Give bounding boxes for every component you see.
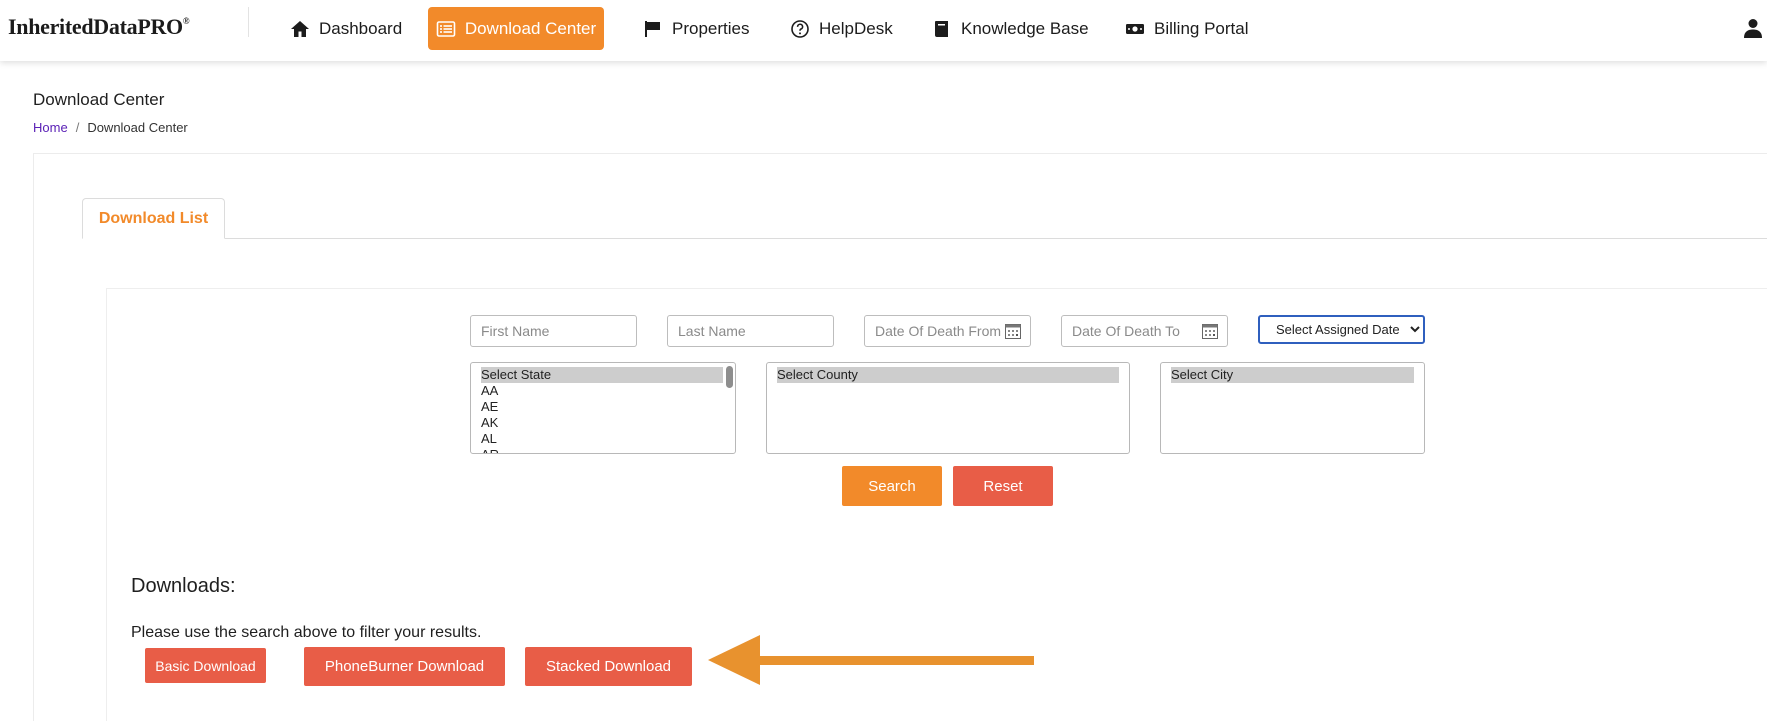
top-navbar: InheritedDataPRO® Dashboard Download Cen… (0, 0, 1767, 61)
first-name-input[interactable] (470, 315, 637, 347)
book-icon (935, 20, 948, 37)
assigned-date-select[interactable]: Select Assigned Date (1258, 315, 1425, 344)
state-option[interactable]: Select State (481, 367, 723, 383)
downloads-note: Please use the search above to filter yo… (131, 624, 482, 641)
tabs-divider (82, 238, 1767, 239)
nav-item-helpdesk[interactable]: HelpDesk (775, 7, 908, 50)
list-icon (436, 20, 456, 37)
logo-registered-mark: ® (182, 16, 190, 26)
search-button[interactable]: Search (842, 466, 942, 506)
calendar-icon[interactable] (1202, 323, 1218, 339)
nav-item-billing-portal[interactable]: Billing Portal (1110, 7, 1264, 50)
page-title: Download Center (33, 90, 165, 109)
nav-item-dashboard[interactable]: Dashboard (275, 7, 417, 50)
phoneburner-download-button[interactable]: PhoneBurner Download (304, 647, 505, 686)
nav-item-label: Knowledge Base (961, 18, 1089, 38)
app-logo[interactable]: InheritedDataPRO® (8, 14, 190, 40)
calendar-icon[interactable] (1005, 323, 1021, 339)
nav-item-label: Dashboard (319, 18, 403, 38)
stacked-download-button[interactable]: Stacked Download (525, 647, 692, 686)
reset-button[interactable]: Reset (953, 466, 1053, 506)
home-icon (291, 20, 309, 37)
breadcrumb-current: Download Center (87, 120, 188, 135)
nav-item-knowledge-base[interactable]: Knowledge Base (917, 7, 1104, 50)
basic-download-button[interactable]: Basic Download (145, 648, 266, 683)
state-option[interactable]: AE (481, 399, 723, 415)
city-listbox[interactable]: Select City (1160, 362, 1425, 454)
user-icon[interactable] (1742, 17, 1764, 39)
county-option[interactable]: Select County (777, 367, 1119, 383)
city-option[interactable]: Select City (1171, 367, 1414, 383)
nav-item-label: Download Center (464, 18, 597, 38)
state-option[interactable]: AL (481, 431, 723, 447)
nav-item-properties[interactable]: Properties (628, 7, 764, 50)
state-option[interactable]: AR (481, 447, 723, 453)
nav-item-download-center[interactable]: Download Center (428, 7, 604, 50)
state-listbox[interactable]: Select State AA AE AK AL AR (470, 362, 736, 454)
money-bill-icon (1126, 23, 1144, 34)
nav-divider (248, 7, 249, 37)
state-option[interactable]: AK (481, 415, 723, 431)
county-listbox[interactable]: Select County (766, 362, 1130, 454)
breadcrumb-home-link[interactable]: Home (33, 120, 68, 135)
flag-icon (645, 20, 660, 37)
downloads-heading: Downloads: (131, 575, 236, 597)
state-option[interactable]: AA (481, 383, 723, 399)
tab-download-list[interactable]: Download List (82, 198, 225, 239)
question-circle-icon (791, 19, 809, 38)
breadcrumb-separator: / (75, 120, 80, 135)
breadcrumb: Home / Download Center (33, 120, 188, 135)
nav-item-label: HelpDesk (819, 18, 893, 38)
pointer-arrow-annotation (708, 635, 1034, 685)
last-name-input[interactable] (667, 315, 834, 347)
nav-item-label: Properties (672, 18, 750, 38)
state-listbox-scrollbar[interactable] (726, 366, 733, 388)
nav-item-label: Billing Portal (1154, 18, 1249, 38)
